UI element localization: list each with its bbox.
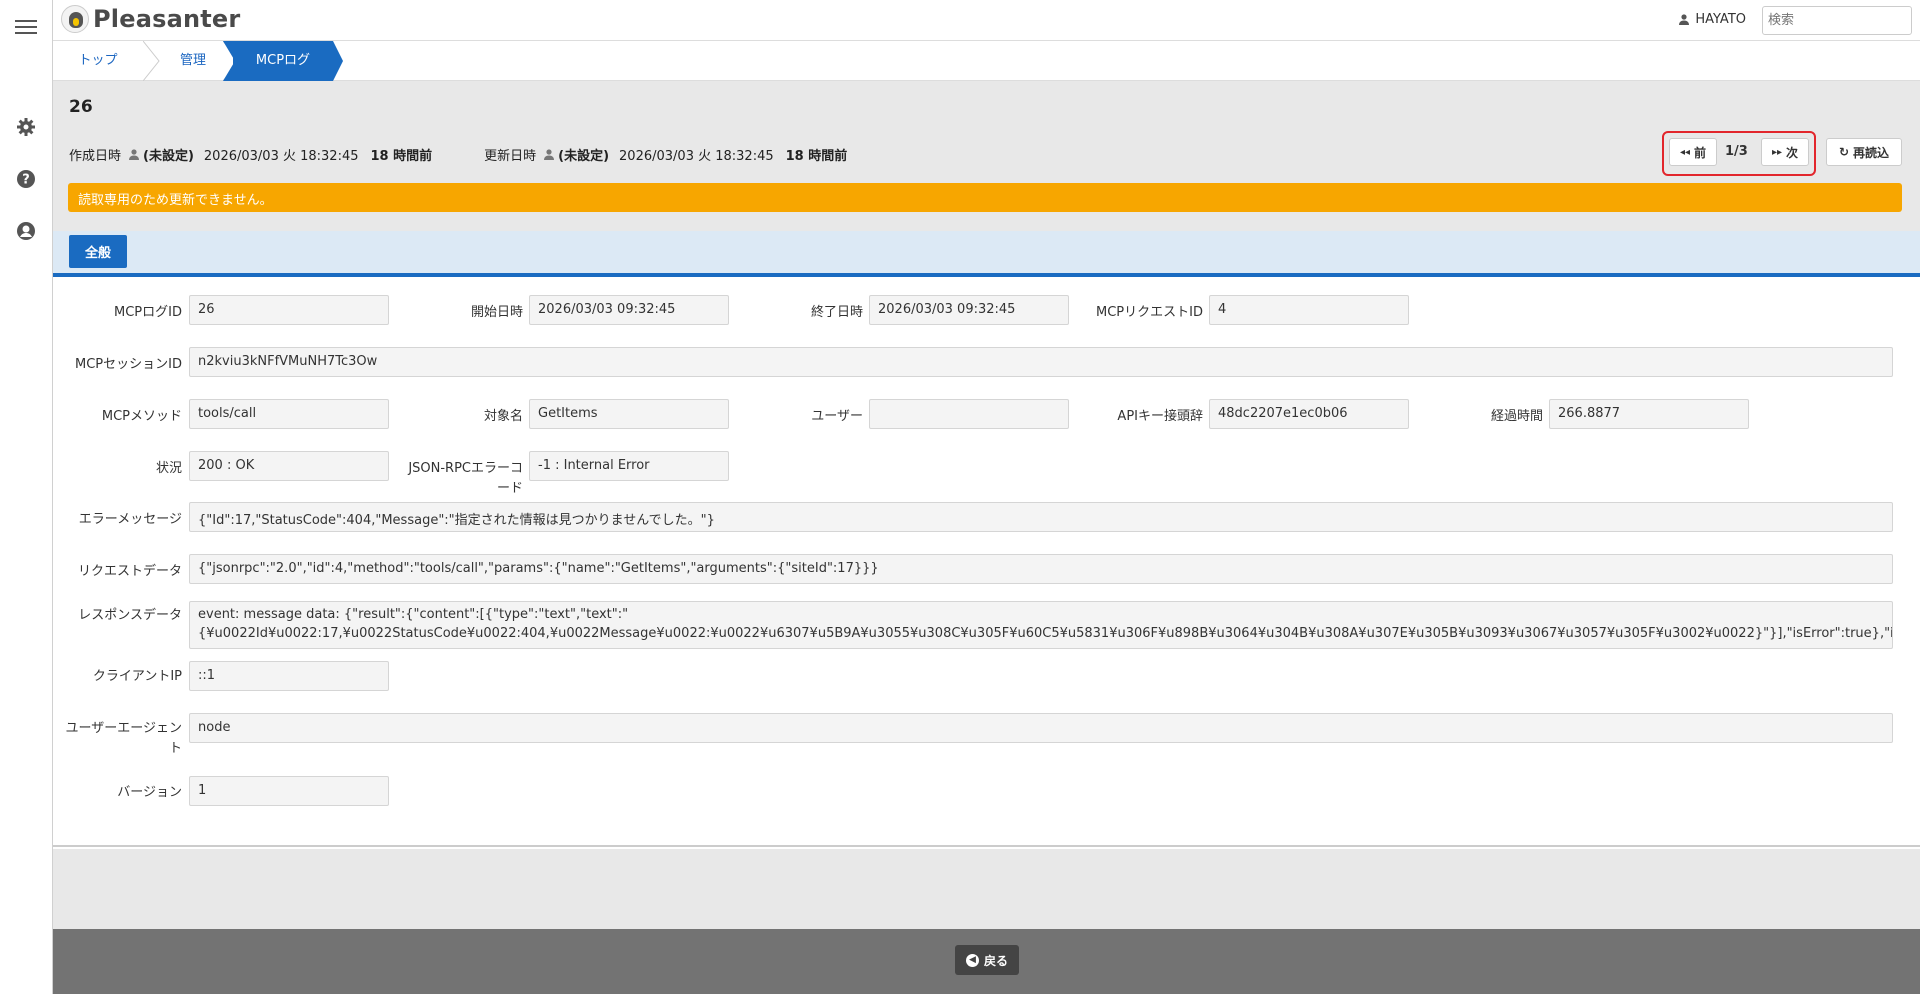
elapsed-label: 経過時間 <box>1490 409 1543 424</box>
record-header: 26 作成日時 (未設定) 2026/03/03 火 18:32:45 18 時… <box>53 81 1920 231</box>
breadcrumb-admin[interactable]: 管理 <box>163 41 223 81</box>
error-message-label: エラーメッセージ <box>78 512 182 527</box>
breadcrumb: トップ 管理 MCPログ <box>53 41 1920 81</box>
end-time-label: 終了日時 <box>810 305 863 320</box>
start-time-label: 開始日時 <box>470 305 523 320</box>
content-bottom-spacer <box>53 849 1920 929</box>
user-agent-label: ユーザーエージェント <box>65 721 182 756</box>
breadcrumb-top[interactable]: トップ <box>53 41 143 81</box>
user-agent-field[interactable]: node <box>189 713 1893 743</box>
status-field[interactable]: 200 : OK <box>189 451 389 481</box>
created-label: 作成日時 <box>69 149 122 164</box>
start-time-field[interactable]: 2026/03/03 09:32:45 <box>529 295 729 325</box>
session-id-field[interactable]: n2kviu3kNFfVMuNH7Tc3Ow <box>189 347 1893 377</box>
method-label: MCPメソッド <box>101 409 182 424</box>
created-ago: 18 時間前 <box>370 149 433 164</box>
updated-ago: 18 時間前 <box>785 149 848 164</box>
target-name-label: 対象名 <box>483 409 523 424</box>
back-button[interactable]: ◀ 戻る <box>955 945 1019 975</box>
client-ip-field[interactable]: ::1 <box>189 661 389 691</box>
app-name: Pleasanter <box>93 5 241 33</box>
record-meta: 作成日時 (未設定) 2026/03/03 火 18:32:45 18 時間前 … <box>69 145 899 164</box>
api-key-prefix-field[interactable]: 48dc2207e1ec0b06 <box>1209 399 1409 429</box>
target-name-field[interactable]: GetItems <box>529 399 729 429</box>
request-id-label: MCPリクエストID <box>1096 305 1203 320</box>
breadcrumb-separator <box>143 41 160 81</box>
search-input[interactable] <box>1762 6 1912 35</box>
jsonrpc-error-code-label: JSON-RPCエラーコード <box>408 461 523 496</box>
help-icon[interactable]: ? <box>16 169 36 189</box>
response-data-label: レスポンスデータ <box>78 608 182 623</box>
version-field[interactable]: 1 <box>189 776 389 806</box>
updated-by: (未設定) <box>558 149 610 164</box>
jsonrpc-error-code-field[interactable]: -1 : Internal Error <box>529 451 729 481</box>
error-message-field[interactable]: {"Id":17,"StatusCode":404,"Message":"指定さ… <box>189 502 1893 532</box>
method-field[interactable]: tools/call <box>189 399 389 429</box>
user-icon <box>1679 14 1690 25</box>
app-logo[interactable]: Pleasanter <box>61 5 240 33</box>
status-label: 状況 <box>155 461 182 476</box>
side-rail: ? <box>0 0 53 994</box>
next-icon: ▸▸ <box>1771 146 1783 158</box>
back-label: 戻る <box>983 953 1008 968</box>
reload-button[interactable]: ↻ 再読込 <box>1826 138 1902 166</box>
mcp-log-id-label: MCPログID <box>114 305 182 320</box>
session-id-label: MCPセッションID <box>75 357 182 372</box>
tab-general[interactable]: 全般 <box>69 235 127 268</box>
elapsed-field[interactable]: 266.8877 <box>1549 399 1749 429</box>
user-label: ユーザー <box>811 409 863 424</box>
prev-button[interactable]: ◂◂ 前 <box>1669 138 1717 166</box>
breadcrumb-active-arrow <box>323 41 343 81</box>
response-data-field[interactable]: event: message data: {"result":{"content… <box>189 601 1893 649</box>
tab-bar: 全般 <box>53 231 1920 277</box>
user-icon <box>129 149 140 160</box>
created-by: (未設定) <box>143 149 194 164</box>
updated-label: 更新日時 <box>484 149 537 164</box>
request-data-label: リクエストデータ <box>77 564 182 579</box>
updated-at: 2026/03/03 火 18:32:45 <box>619 149 774 164</box>
user-icon <box>544 149 555 160</box>
next-button[interactable]: ▸▸ 次 <box>1761 138 1809 166</box>
next-label: 次 <box>1786 145 1799 160</box>
request-id-field[interactable]: 4 <box>1209 295 1409 325</box>
menu-icon[interactable] <box>15 20 37 34</box>
back-icon: ◀ <box>965 953 979 967</box>
version-label: バージョン <box>117 785 182 800</box>
created-at: 2026/03/03 火 18:32:45 <box>203 149 359 164</box>
user-menu[interactable]: HAYATO <box>1679 12 1746 27</box>
breadcrumb-active-tail <box>223 41 237 81</box>
footer-bar: ◀ 戻る <box>53 929 1920 994</box>
account-icon[interactable] <box>16 221 36 241</box>
prev-label: 前 <box>1694 145 1707 160</box>
svg-text:?: ? <box>22 173 30 188</box>
gear-icon[interactable] <box>16 117 36 137</box>
api-key-prefix-label: APIキー接頭辞 <box>1117 409 1203 424</box>
logo-icon <box>61 5 89 33</box>
user-name: HAYATO <box>1695 12 1746 27</box>
client-ip-label: クライアントIP <box>92 669 182 684</box>
breadcrumb-mcp-log[interactable]: MCPログ <box>233 41 333 81</box>
pager-position: 1/3 <box>1725 144 1748 159</box>
record-form: MCPログID 26 開始日時 2026/03/03 09:32:45 終了日時… <box>53 277 1920 847</box>
readonly-warning: 読取専用のため更新できません。 <box>68 183 1902 212</box>
reload-icon: ↻ <box>1838 145 1850 159</box>
mcp-log-id-field[interactable]: 26 <box>189 295 389 325</box>
record-title: 26 <box>69 97 93 117</box>
app-header: Pleasanter HAYATO <box>53 0 1920 41</box>
reload-label: 再読込 <box>1853 145 1890 160</box>
user-field[interactable] <box>869 399 1069 429</box>
request-data-field[interactable]: {"jsonrpc":"2.0","id":4,"method":"tools/… <box>189 554 1893 584</box>
end-time-field[interactable]: 2026/03/03 09:32:45 <box>869 295 1069 325</box>
prev-icon: ◂◂ <box>1679 146 1691 158</box>
